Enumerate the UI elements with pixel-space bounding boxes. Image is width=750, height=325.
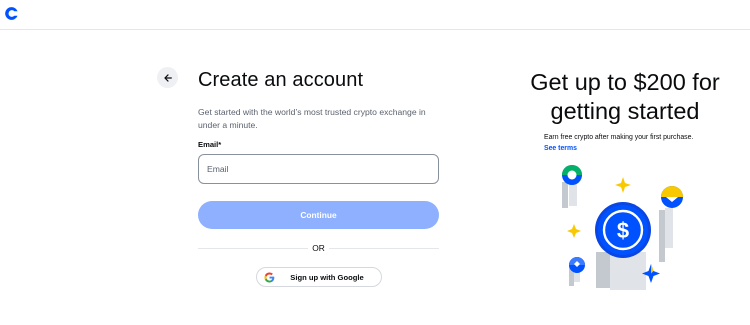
- email-field[interactable]: [198, 154, 439, 184]
- google-signup-label: Sign up with Google: [290, 273, 364, 282]
- pillar: [569, 182, 577, 206]
- top-bar: [0, 0, 750, 30]
- promo-title: Get up to $200 for getting started: [530, 69, 720, 124]
- continue-button[interactable]: Continue: [198, 201, 439, 229]
- arrow-left-icon: [163, 73, 172, 82]
- promo-description: Earn free crypto after making your first…: [544, 134, 694, 141]
- pillar: [659, 210, 665, 262]
- back-button[interactable]: [157, 67, 178, 88]
- see-terms-link[interactable]: See terms: [544, 145, 577, 152]
- sparkle-icon: [567, 224, 581, 238]
- pillar: [610, 252, 646, 290]
- promo-text: Earn free crypto after making your first…: [544, 133, 694, 154]
- pillar: [596, 252, 610, 288]
- coinbase-logo-icon[interactable]: [3, 5, 20, 22]
- crypto-coins-illustration: $: [562, 165, 683, 290]
- sparkle-icon: [615, 177, 631, 193]
- page-subtitle: Get started with the world’s most truste…: [198, 107, 426, 130]
- pillar: [665, 208, 673, 248]
- or-divider: OR: [198, 242, 439, 254]
- email-label: Email*: [198, 140, 222, 149]
- pillar: [562, 182, 568, 208]
- svg-text:$: $: [617, 218, 629, 243]
- page-title: Create an account: [198, 69, 364, 91]
- google-signup-button[interactable]: Sign up with Google: [256, 267, 382, 287]
- or-label: OR: [312, 243, 325, 253]
